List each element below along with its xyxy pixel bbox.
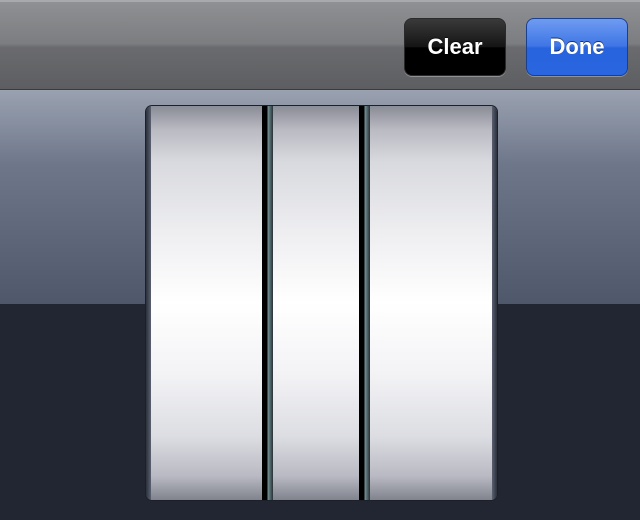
clear-button[interactable]: Clear <box>404 18 506 76</box>
picker-frame-right <box>492 106 497 500</box>
picker-wheel-3[interactable] <box>370 106 492 500</box>
done-button[interactable]: Done <box>526 18 628 76</box>
toolbar: Clear Done <box>0 0 640 90</box>
picker-wheel-1[interactable] <box>151 106 262 500</box>
picker-wheel-2[interactable] <box>273 106 359 500</box>
picker-divider <box>262 106 273 500</box>
picker-view <box>146 106 497 500</box>
picker-divider <box>359 106 370 500</box>
